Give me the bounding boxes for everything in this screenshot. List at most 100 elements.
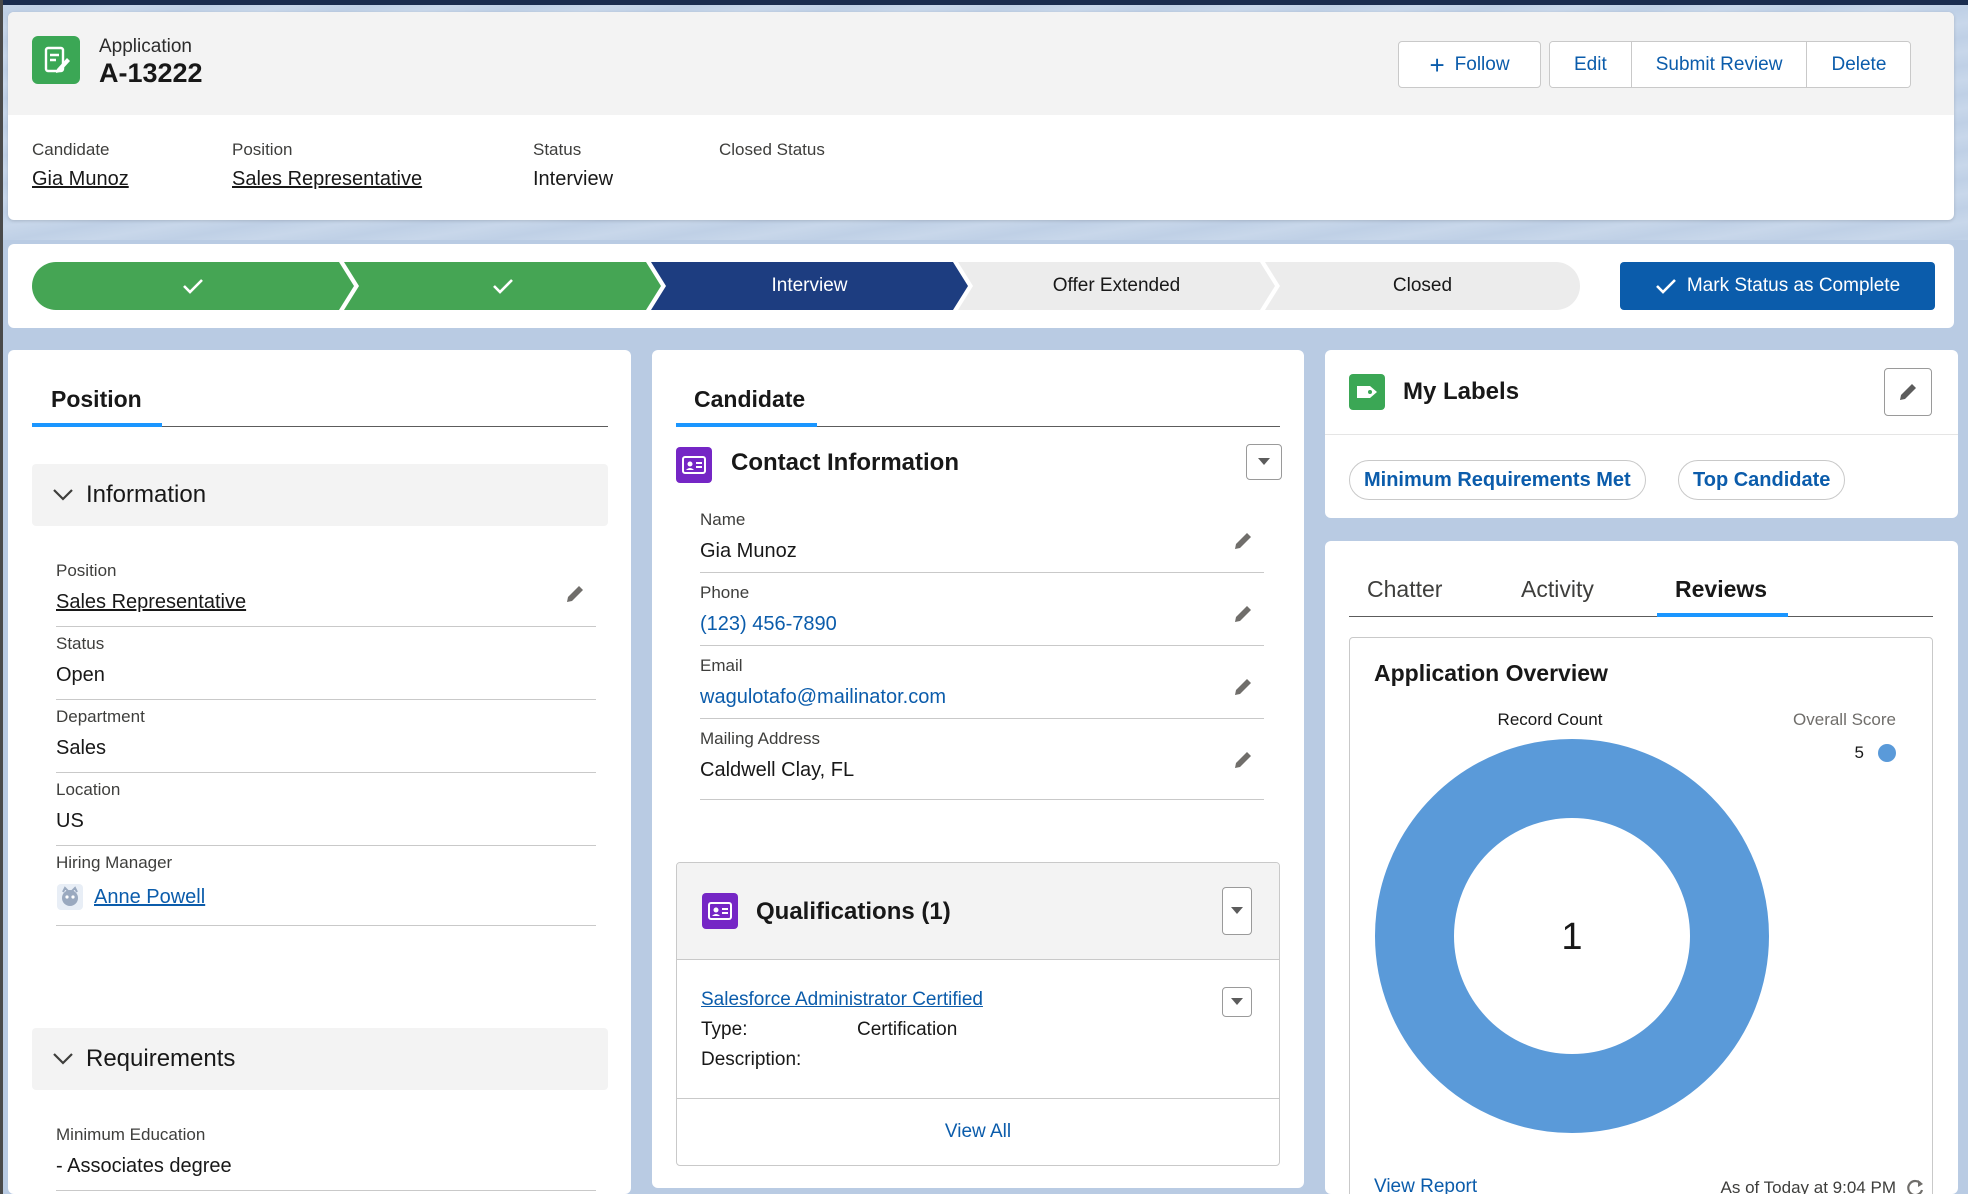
window-frame-left [0,0,3,1194]
legend-swatch [1878,744,1896,762]
pencil-icon[interactable] [1232,749,1254,771]
qualification-type-label: Type: [701,1019,748,1040]
pencil-icon[interactable] [1232,530,1254,552]
donut-chart[interactable]: 1 [1372,736,1772,1136]
field-divider [56,1190,596,1191]
tag-icon [1357,386,1377,398]
field-label: Closed Status [719,140,825,159]
labels-icon [1349,374,1385,410]
field-divider [700,645,1264,646]
legend-item-label: 5 [1854,743,1864,762]
contact-name-field: Name Gia Munoz [700,510,1264,573]
qualification-item-link[interactable]: Salesforce Administrator Certified [701,989,983,1011]
refresh-icon[interactable] [1906,1178,1926,1194]
chevron-down-icon [1231,907,1243,914]
requirements-section-header[interactable]: Requirements [32,1028,608,1090]
qualifications-icon [702,893,738,929]
information-section-header[interactable]: Information [32,464,608,526]
field-divider [56,699,596,700]
delete-button[interactable]: Delete [1806,42,1911,87]
tab-chatter[interactable]: Chatter [1367,576,1442,603]
follow-button[interactable]: + Follow [1398,41,1541,88]
position-value-link[interactable]: Sales Representative [56,591,596,614]
field-divider [700,718,1264,719]
status-path-card: Interview Offer Extended Closed Mark Sta… [8,244,1954,328]
my-labels-title: My Labels [1403,378,1520,405]
record-header: Application A-13222 + Follow Edit Submit… [8,12,1954,220]
highlight-field-closed-status: Closed Status [719,140,825,168]
qualifications-actions-dropdown[interactable] [1222,887,1252,935]
view-report-link[interactable]: View Report [1374,1176,1477,1194]
record-type-label: Application [99,36,192,57]
field-divider [700,572,1264,573]
path-stage-interview[interactable]: Interview [651,262,968,310]
label-pill-top-candidate[interactable]: Top Candidate [1678,460,1846,500]
path-stage-offer-extended[interactable]: Offer Extended [958,262,1275,310]
active-tab-indicator [32,423,162,427]
field-label: Department [56,707,145,726]
active-tab-indicator [1657,613,1788,617]
contact-actions-dropdown[interactable] [1246,444,1282,480]
candidate-link[interactable]: Gia Munoz [32,168,129,191]
label-pill-minimum-requirements[interactable]: Minimum Requirements Met [1349,460,1646,500]
tab-activity[interactable]: Activity [1521,576,1594,603]
hiring-manager-link[interactable]: Anne Powell [94,886,205,909]
phone-link[interactable]: (123) 456-7890 [700,613,1264,636]
mark-status-complete-button[interactable]: Mark Status as Complete [1620,262,1935,310]
hiring-manager-row: Anne Powell [56,883,596,911]
requirements-section-title: Requirements [86,1045,236,1072]
check-icon [183,279,203,294]
pencil-icon[interactable] [564,583,586,605]
contact-name-value: Gia Munoz [700,540,797,562]
chart-title: Record Count [1497,710,1603,729]
chevron-down-icon [52,488,74,502]
information-section-title: Information [86,481,207,508]
as-of-timestamp: As of Today at 9:04 PM [1720,1178,1896,1194]
legend-title: Overall Score [1793,710,1896,729]
chevron-down-icon [1231,998,1243,1005]
pencil-icon[interactable] [1232,676,1254,698]
field-label: Position [56,561,117,580]
contact-phone-field: Phone (123) 456-7890 [700,583,1264,646]
field-label: Phone [700,583,750,602]
minimum-education-field: Minimum Education - Associates degree [56,1125,596,1191]
application-overview-card: Application Overview Record Count Overal… [1349,637,1933,1194]
my-labels-panel: My Labels Minimum Requirements Met Top C… [1325,350,1958,518]
department-value: Sales [56,737,107,759]
tab-reviews[interactable]: Reviews [1675,576,1767,603]
pencil-icon[interactable] [1232,603,1254,625]
location-value: US [56,810,84,832]
field-label: Candidate [32,140,110,159]
edit-labels-button[interactable] [1884,368,1932,416]
view-all-link[interactable]: View All [677,1098,1279,1165]
path-stage-closed[interactable]: Closed [1265,262,1580,310]
qualifications-title[interactable]: Qualifications (1) [756,898,951,926]
contact-card-glyph-icon [682,456,706,474]
email-link[interactable]: wagulotafo@mailinator.com [700,686,1264,709]
path-stage-1[interactable] [32,262,354,310]
tab-position[interactable]: Position [51,386,142,413]
position-field: Position Sales Representative [56,561,596,627]
field-divider [56,626,596,627]
field-label: Email [700,656,743,675]
avatar [57,884,83,910]
activity-panel: Chatter Activity Reviews Application Ove… [1325,541,1958,1194]
path-stage-2[interactable] [344,262,661,310]
position-link[interactable]: Sales Representative [232,168,422,191]
contact-information-title: Contact Information [731,449,959,476]
submit-review-button[interactable]: Submit Review [1630,42,1807,87]
status-field: Status Open [56,634,596,700]
qualification-item-dropdown[interactable] [1222,987,1252,1017]
hiring-manager-field: Hiring Manager Anne Powell [56,853,596,926]
field-label: Position [232,140,293,159]
field-divider [56,925,596,926]
contact-card-icon [676,447,712,483]
field-label: Status [56,634,105,653]
tab-candidate[interactable]: Candidate [694,386,805,413]
document-edit-icon [44,46,70,73]
edit-button[interactable]: Edit [1550,42,1631,87]
contact-email-field: Email wagulotafo@mailinator.com [700,656,1264,719]
position-panel: Position Information Position Sales Repr… [8,350,631,1194]
action-button-group: Edit Submit Review Delete [1549,41,1912,88]
legend-item[interactable]: 5 [1855,743,1896,763]
